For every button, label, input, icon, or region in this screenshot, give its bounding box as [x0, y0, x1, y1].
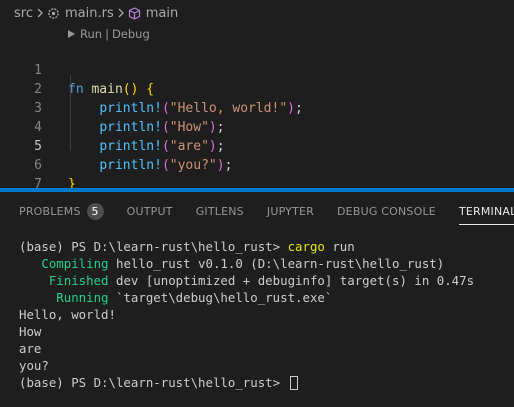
terminal-line: Compiling hello_rust v0.1.0 (D:\learn-ru… [19, 255, 509, 272]
vscode-window: src main.rs main Run | Debug 1 fn main()… [0, 0, 514, 407]
code-editor[interactable]: Run | Debug 1 fn main() { 2 println!("He… [0, 26, 514, 192]
terminal-cursor[interactable] [289, 376, 298, 390]
terminal-line: (base) PS D:\learn-rust\hello_rust> [19, 374, 509, 391]
breadcrumb-folder[interactable]: src [14, 6, 33, 21]
tab-problems[interactable]: PROBLEMS 5 [19, 192, 104, 230]
code-line[interactable]: 7 [0, 156, 514, 192]
compiling-label: Compiling [19, 256, 109, 271]
code-line[interactable]: 4 println!("are"); [0, 99, 514, 154]
breadcrumb: src main.rs main [0, 0, 514, 26]
rust-file-icon [47, 6, 61, 20]
terminal-prompt: (base) PS D:\learn-rust\hello_rust> [19, 375, 288, 390]
terminal-output-line: are [19, 341, 42, 356]
terminal-line: Finished dev [unoptimized + debuginfo] t… [19, 272, 509, 289]
terminal-line: (base) PS D:\learn-rust\hello_rust> carg… [19, 238, 509, 255]
codelens-debug-link[interactable]: Debug [112, 26, 150, 42]
terminal-command-arg: run [324, 239, 355, 254]
codelens-separator: | [105, 27, 109, 41]
code-line[interactable]: 5 println!("you?"); [0, 118, 514, 173]
finished-text: dev [unoptimized + debuginfo] target(s) … [108, 273, 475, 288]
code-line[interactable]: 3 println!("How"); [0, 80, 514, 135]
tab-label: DEBUG CONSOLE [337, 204, 436, 218]
tab-label: TERMINAL [458, 204, 514, 218]
finished-label: Finished [19, 273, 109, 288]
tab-label: GITLENS [195, 204, 244, 218]
codelens: Run | Debug [68, 26, 150, 42]
tab-output[interactable]: OUTPUT [127, 192, 173, 230]
terminal-line: Running `target\debug\hello_rust.exe` [19, 289, 509, 306]
tab-label: OUTPUT [126, 204, 173, 218]
tab-label: PROBLEMS [19, 204, 81, 218]
chevron-right-icon [33, 8, 47, 18]
chevron-right-icon [114, 8, 128, 18]
function-cube-icon [128, 6, 142, 20]
tab-gitlens[interactable]: GITLENS [196, 192, 244, 230]
tab-debug-console[interactable]: DEBUG CONSOLE [337, 192, 436, 230]
panel-tab-bar: PROBLEMS 5 OUTPUT GITLENS JUPYTER DEBUG … [0, 192, 514, 230]
terminal[interactable]: (base) PS D:\learn-rust\hello_rust> carg… [19, 238, 509, 391]
play-icon [68, 30, 75, 38]
running-label: Running [19, 290, 109, 305]
terminal-prompt: (base) PS D:\learn-rust\hello_rust> [19, 239, 288, 254]
terminal-output-line: Hello, world! [19, 307, 116, 322]
tab-terminal[interactable]: TERMINAL [458, 192, 514, 230]
terminal-command: cargo [287, 239, 325, 254]
tab-jupyter[interactable]: JUPYTER [267, 192, 314, 230]
code-line[interactable]: 6 } [0, 137, 514, 192]
compiling-text: hello_rust v0.1.0 (D:\learn-rust\hello_r… [108, 256, 445, 271]
running-text: `target\debug\hello_rust.exe` [108, 290, 333, 305]
problems-count-badge: 5 [86, 202, 104, 220]
breadcrumb-symbol[interactable]: main [146, 6, 178, 21]
terminal-output-line: you? [19, 358, 49, 373]
code-line[interactable]: 2 println!("Hello, world!"); [0, 61, 514, 116]
terminal-output-line: How [19, 324, 42, 339]
code-line[interactable]: 1 fn main() { [0, 42, 514, 97]
breadcrumb-file[interactable]: main.rs [65, 6, 114, 21]
codelens-run-link[interactable]: Run [80, 26, 102, 42]
tab-label: JUPYTER [266, 204, 314, 218]
